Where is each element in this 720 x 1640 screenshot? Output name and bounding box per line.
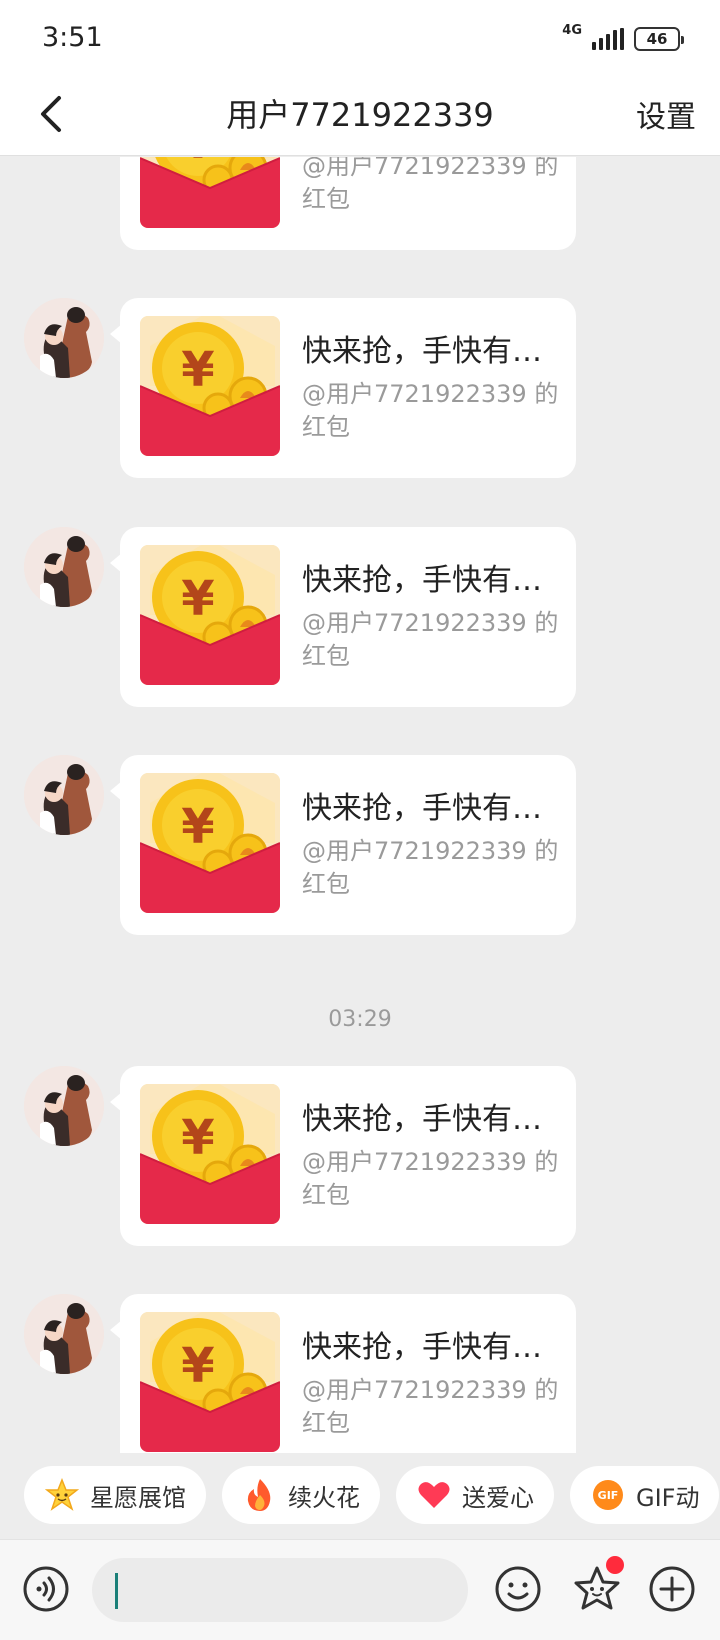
- chat-message-list[interactable]: @用户7721922339 的红包 快来抢，手快有… @用户7721922339…: [0, 157, 720, 1453]
- avatar[interactable]: [24, 1066, 104, 1146]
- text-cursor: [115, 1573, 118, 1609]
- svg-text:GIF: GIF: [598, 1489, 619, 1502]
- notification-dot: [606, 1556, 624, 1574]
- red-packet-bubble[interactable]: @用户7721922339 的红包: [120, 157, 576, 250]
- red-packet-bubble[interactable]: 快来抢，手快有… @用户7721922339 的红包: [110, 1294, 576, 1453]
- chevron-left-icon: [41, 96, 61, 132]
- red-packet-title: 快来抢，手快有…: [302, 563, 542, 598]
- red-packet-sender: @用户7721922339 的红包: [302, 157, 559, 213]
- settings-button[interactable]: 设置: [636, 92, 696, 136]
- red-packet-title: 快来抢，手快有…: [302, 1102, 542, 1137]
- avatar[interactable]: [24, 527, 104, 607]
- red-packet-icon: [140, 545, 280, 685]
- red-packet-title: 快来抢，手快有…: [302, 791, 542, 826]
- red-packet-icon: [140, 1312, 280, 1452]
- voice-button[interactable]: [22, 1565, 70, 1613]
- red-packet-icon: [140, 157, 280, 228]
- status-time: 3:51: [42, 22, 103, 53]
- red-packet-sender: @用户7721922339 的红包: [302, 609, 559, 670]
- red-packet-icon: [140, 1084, 280, 1224]
- emoji-button[interactable]: [494, 1565, 542, 1613]
- message-item: 快来抢，手快有… @用户7721922339 的红包: [0, 1294, 720, 1453]
- red-packet-title: 快来抢，手快有…: [302, 1330, 542, 1365]
- more-button[interactable]: [648, 1565, 696, 1613]
- red-packet-title: 快来抢，手快有…: [302, 334, 542, 369]
- chip-label: 续火花: [288, 1483, 360, 1512]
- chip-label: 星愿展馆: [90, 1483, 186, 1512]
- quick-action-bar: 星愿展馆 续火花 送爱心 GIF GIF动: [0, 1453, 720, 1539]
- message-item: 快来抢，手快有… @用户7721922339 的红包: [0, 298, 720, 478]
- voice-icon: [23, 1566, 69, 1612]
- star-face-icon: [44, 1477, 80, 1513]
- back-button[interactable]: [22, 86, 78, 142]
- battery-icon: 46: [634, 27, 684, 51]
- send-heart-chip[interactable]: 送爱心: [396, 1466, 554, 1524]
- gif-icon: GIF: [590, 1477, 626, 1513]
- message-item: @用户7721922339 的红包: [0, 157, 720, 250]
- message-item: 快来抢，手快有… @用户7721922339 的红包: [0, 1066, 720, 1246]
- red-packet-bubble[interactable]: 快来抢，手快有… @用户7721922339 的红包: [110, 1066, 576, 1246]
- page-title: 用户7721922339: [226, 96, 494, 134]
- avatar[interactable]: [24, 755, 104, 835]
- status-indicators: 4G 46: [562, 23, 684, 54]
- red-packet-sender: @用户7721922339 的红包: [302, 1148, 559, 1209]
- red-packet-sender: @用户7721922339 的红包: [302, 380, 559, 441]
- avatar[interactable]: [24, 1294, 104, 1374]
- chat-header: 用户7721922339 设置: [0, 72, 720, 156]
- red-packet-bubble[interactable]: 快来抢，手快有… @用户7721922339 的红包: [110, 298, 576, 478]
- heart-icon: [416, 1477, 452, 1513]
- message-input[interactable]: [92, 1558, 468, 1622]
- message-item: 快来抢，手快有… @用户7721922339 的红包: [0, 527, 720, 707]
- streak-fire-chip[interactable]: 续火花: [222, 1466, 380, 1524]
- chip-label: GIF动: [636, 1483, 700, 1512]
- message-input-bar: [0, 1539, 720, 1640]
- plus-icon: [649, 1566, 695, 1612]
- red-packet-bubble[interactable]: 快来抢，手快有… @用户7721922339 的红包: [110, 527, 576, 707]
- red-packet-icon: [140, 316, 280, 456]
- chat-timestamp: 03:29: [328, 1007, 392, 1032]
- status-bar: 3:51 4G 46: [0, 0, 720, 72]
- battery-level: 46: [646, 30, 668, 48]
- red-packet-sender: @用户7721922339 的红包: [302, 837, 559, 898]
- red-packet-bubble[interactable]: 快来抢，手快有… @用户7721922339 的红包: [110, 755, 576, 935]
- flame-icon: [242, 1477, 278, 1513]
- signal-icon: [592, 28, 624, 50]
- network-type: 4G: [562, 23, 582, 38]
- message-item: 快来抢，手快有… @用户7721922339 的红包: [0, 755, 720, 935]
- star-wish-chip[interactable]: 星愿展馆: [24, 1466, 206, 1524]
- avatar[interactable]: [24, 298, 104, 378]
- red-packet-sender: @用户7721922339 的红包: [302, 1376, 559, 1437]
- emoji-icon: [495, 1566, 541, 1612]
- chip-label: 送爱心: [462, 1483, 534, 1512]
- gif-chip[interactable]: GIF GIF动: [570, 1466, 720, 1524]
- red-packet-icon: [140, 773, 280, 913]
